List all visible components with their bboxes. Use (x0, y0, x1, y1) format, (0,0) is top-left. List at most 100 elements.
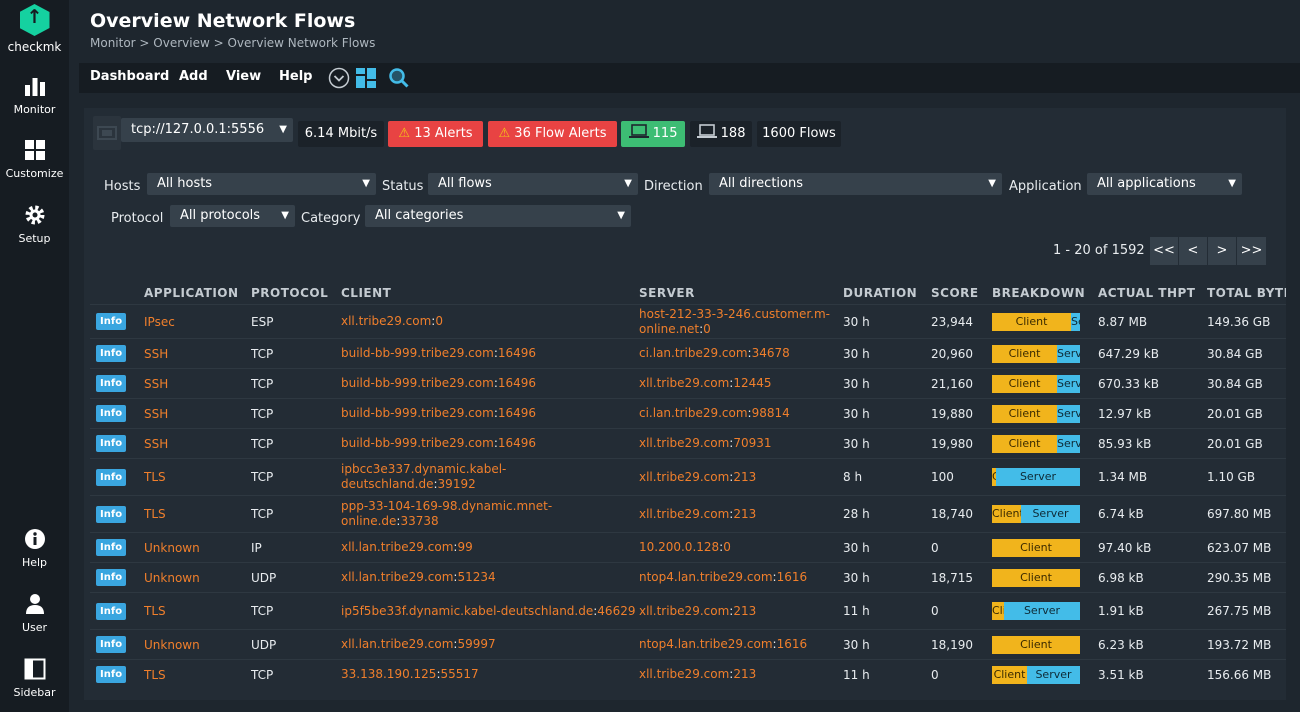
nav-sidebar[interactable]: Sidebar (0, 658, 69, 699)
client-host-link[interactable]: 33.138.190.125 (341, 667, 436, 681)
category-filter-select[interactable]: All categories ▼ (365, 205, 631, 227)
application-link[interactable]: Unknown (144, 571, 200, 585)
application-link[interactable]: IPsec (144, 315, 175, 329)
hosts-local-badge[interactable]: 115 (621, 121, 685, 147)
previous-page-button[interactable]: < (1179, 237, 1207, 265)
application-link[interactable]: Unknown (144, 541, 200, 555)
application-link[interactable]: SSH (144, 407, 168, 421)
client-port-link[interactable]: 33738 (400, 514, 438, 528)
application-link[interactable]: TLS (144, 668, 166, 682)
client-host-link[interactable]: xll.lan.tribe29.com (341, 637, 453, 651)
server-port-link[interactable]: 12445 (733, 376, 771, 390)
client-port-link[interactable]: 55517 (440, 667, 478, 681)
nav-customize[interactable]: Customize (0, 139, 69, 180)
hosts-remote-badge[interactable]: 188 (690, 121, 752, 147)
menu-view[interactable]: View (226, 69, 261, 84)
server-port-link[interactable]: 213 (733, 470, 756, 484)
server-host-link[interactable]: ntop4.lan.tribe29.com (639, 637, 773, 651)
client-port-link[interactable]: 16496 (498, 376, 536, 390)
server-host-link[interactable]: ci.lan.tribe29.com (639, 406, 748, 420)
server-host-link[interactable]: xll.tribe29.com (639, 667, 729, 681)
client-port-link[interactable]: 16496 (498, 406, 536, 420)
client-host-link[interactable]: build-bb-999.tribe29.com (341, 406, 494, 420)
server-port-link[interactable]: 0 (723, 540, 731, 554)
application-link[interactable]: TLS (144, 604, 166, 618)
info-button[interactable]: Info (96, 666, 127, 684)
column-header-client[interactable]: CLIENT (341, 282, 639, 305)
column-header-server[interactable]: SERVER (639, 282, 843, 305)
client-host-link[interactable]: build-bb-999.tribe29.com (341, 376, 494, 390)
column-header-application[interactable]: APPLICATION (144, 282, 251, 305)
info-button[interactable]: Info (96, 505, 127, 523)
server-host-link[interactable]: xll.tribe29.com (639, 436, 729, 450)
server-port-link[interactable]: 34678 (752, 346, 790, 360)
server-host-link[interactable]: 10.200.0.128 (639, 540, 719, 554)
menu-help[interactable]: Help (279, 69, 312, 84)
info-button[interactable]: Info (96, 468, 127, 486)
first-page-button[interactable]: << (1150, 237, 1178, 265)
column-header-score[interactable]: SCORE (931, 282, 992, 305)
client-port-link[interactable]: 16496 (498, 346, 536, 360)
server-host-link[interactable]: xll.tribe29.com (639, 470, 729, 484)
info-button[interactable]: Info (96, 569, 127, 586)
menu-add[interactable]: Add (179, 69, 208, 84)
info-button[interactable]: Info (96, 375, 127, 392)
server-port-link[interactable]: 98814 (752, 406, 790, 420)
application-link[interactable]: SSH (144, 347, 168, 361)
client-host-link[interactable]: build-bb-999.tribe29.com (341, 436, 494, 450)
nav-setup[interactable]: Setup (0, 204, 69, 245)
info-button[interactable]: Info (96, 602, 127, 620)
server-port-link[interactable]: 213 (733, 604, 756, 618)
flow-alerts-badge[interactable]: ⚠ 36 Flow Alerts (488, 121, 617, 147)
server-host-link[interactable]: ci.lan.tribe29.com (639, 346, 748, 360)
client-host-link[interactable]: ppp-33-104-169-98.dynamic.mnet-online.de (341, 499, 552, 528)
server-port-link[interactable]: 70931 (733, 436, 771, 450)
chevron-down-icon[interactable] (328, 67, 350, 89)
server-host-link[interactable]: host-212-33-3-246.customer.m-online.net (639, 307, 830, 336)
info-button[interactable]: Info (96, 539, 127, 556)
nav-user[interactable]: User (0, 593, 69, 634)
client-host-link[interactable]: xll.lan.tribe29.com (341, 570, 453, 584)
server-port-link[interactable]: 1616 (777, 637, 808, 651)
info-button[interactable]: Info (96, 435, 127, 452)
application-link[interactable]: TLS (144, 470, 166, 484)
alerts-badge[interactable]: ⚠ 13 Alerts (388, 121, 483, 147)
flows-badge[interactable]: 1600 Flows (757, 121, 841, 147)
dashboard-layout-icon[interactable] (355, 67, 377, 89)
info-button[interactable]: Info (96, 345, 127, 362)
server-port-link[interactable]: 0 (703, 322, 711, 336)
server-port-link[interactable]: 1616 (777, 570, 808, 584)
client-port-link[interactable]: 99 (457, 540, 472, 554)
column-header-actual-thpt[interactable]: ACTUAL THPT (1098, 282, 1207, 305)
server-port-link[interactable]: 213 (733, 667, 756, 681)
direction-filter-select[interactable]: All directions ▼ (709, 173, 1002, 195)
checkmk-logo[interactable]: checkmk (0, 4, 69, 54)
client-port-link[interactable]: 46629 (597, 604, 635, 618)
protocol-filter-select[interactable]: All protocols ▼ (170, 205, 295, 227)
server-host-link[interactable]: xll.tribe29.com (639, 604, 729, 618)
application-link[interactable]: TLS (144, 507, 166, 521)
client-port-link[interactable]: 59997 (457, 637, 495, 651)
menu-dashboard[interactable]: Dashboard (90, 69, 169, 84)
server-host-link[interactable]: ntop4.lan.tribe29.com (639, 570, 773, 584)
client-host-link[interactable]: build-bb-999.tribe29.com (341, 346, 494, 360)
client-port-link[interactable]: 51234 (457, 570, 495, 584)
client-host-link[interactable]: xll.lan.tribe29.com (341, 540, 453, 554)
nav-monitor[interactable]: Monitor (0, 75, 69, 116)
client-port-link[interactable]: 39192 (438, 477, 476, 491)
column-header-protocol[interactable]: PROTOCOL (251, 282, 341, 305)
application-link[interactable]: SSH (144, 437, 168, 451)
server-host-link[interactable]: xll.tribe29.com (639, 376, 729, 390)
client-host-link[interactable]: ipbcc3e337.dynamic.kabel-deutschland.de (341, 462, 506, 491)
search-icon[interactable] (388, 67, 410, 89)
server-host-link[interactable]: xll.tribe29.com (639, 507, 729, 521)
application-filter-select[interactable]: All applications ▼ (1087, 173, 1242, 195)
last-page-button[interactable]: >> (1237, 237, 1266, 265)
column-header-total-bytes[interactable]: TOTAL BYTES (1207, 282, 1286, 305)
hosts-filter-select[interactable]: All hosts ▼ (147, 173, 376, 195)
client-host-link[interactable]: xll.tribe29.com (341, 314, 431, 328)
client-port-link[interactable]: 0 (435, 314, 443, 328)
info-button[interactable]: Info (96, 313, 127, 330)
status-filter-select[interactable]: All flows ▼ (428, 173, 638, 195)
client-port-link[interactable]: 16496 (498, 436, 536, 450)
